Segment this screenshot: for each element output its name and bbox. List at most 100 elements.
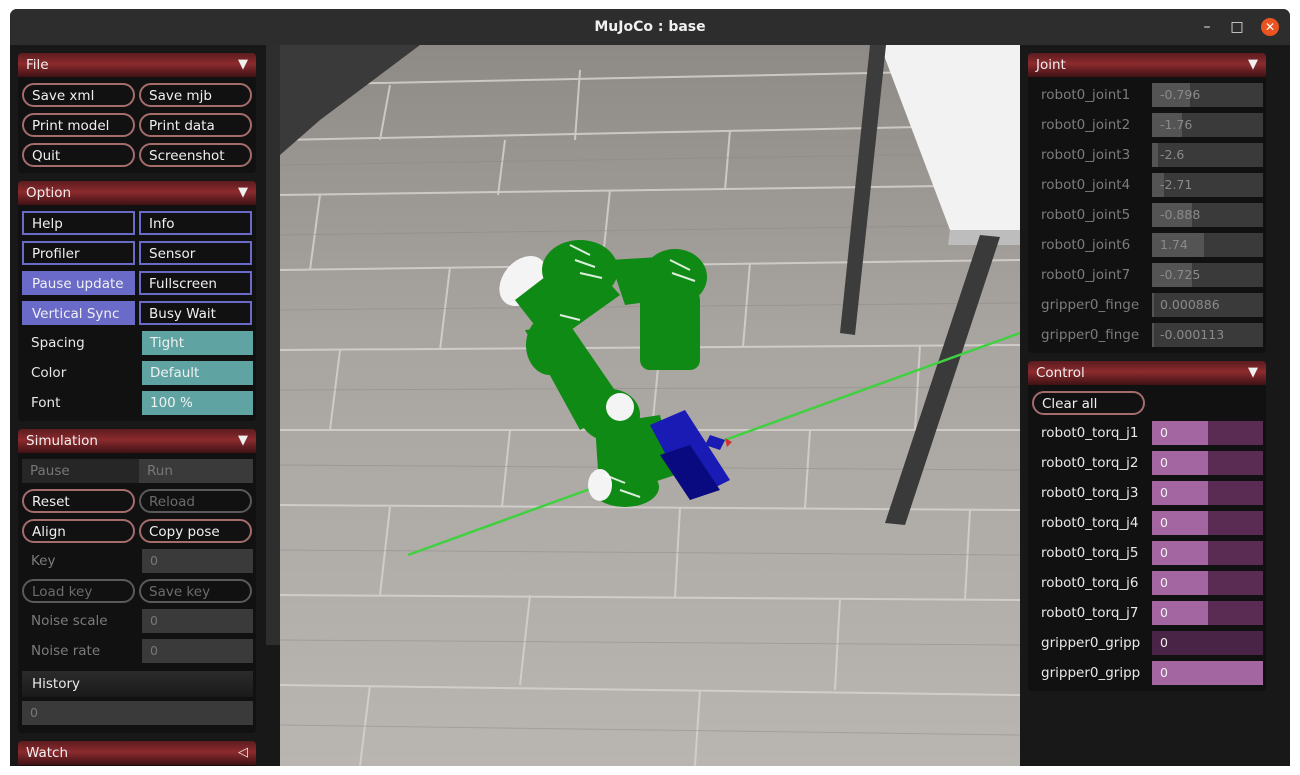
load-key-button[interactable]: Load key bbox=[22, 579, 135, 603]
control-slider[interactable]: 0 bbox=[1152, 601, 1263, 625]
control-section: Control ▼ Clear all robot0_torq_j1 0 rob… bbox=[1028, 361, 1266, 691]
screenshot-button[interactable]: Screenshot bbox=[139, 143, 252, 167]
copy-pose-button[interactable]: Copy pose bbox=[139, 519, 252, 543]
joint-label: robot0_joint6 bbox=[1041, 237, 1131, 253]
font-label: Font bbox=[31, 395, 61, 411]
joint-section: Joint ▼ robot0_joint1 -0.796 robot0_join… bbox=[1028, 53, 1266, 353]
joint-slider[interactable]: -2.71 bbox=[1152, 173, 1263, 197]
control-slider[interactable]: 0 bbox=[1152, 541, 1263, 565]
font-select[interactable]: 100 % bbox=[142, 391, 253, 415]
close-icon[interactable]: ✕ bbox=[1261, 18, 1279, 36]
control-slider[interactable]: 0 bbox=[1152, 481, 1263, 505]
clear-all-button[interactable]: Clear all bbox=[1032, 391, 1145, 415]
scene-render bbox=[280, 45, 1020, 766]
noise-scale-field[interactable]: 0 bbox=[142, 609, 253, 633]
busy-wait-checkbox[interactable]: Busy Wait bbox=[139, 301, 252, 325]
joint-label: robot0_joint5 bbox=[1041, 207, 1131, 223]
fullscreen-checkbox[interactable]: Fullscreen bbox=[139, 271, 252, 295]
print-model-button[interactable]: Print model bbox=[22, 113, 135, 137]
control-slider[interactable]: 0 bbox=[1152, 661, 1263, 685]
scene-viewport[interactable] bbox=[280, 45, 1020, 766]
file-section-header[interactable]: File ▼ bbox=[18, 53, 256, 77]
reset-button[interactable]: Reset bbox=[22, 489, 135, 513]
simulation-section: Simulation ▼ Pause Run Reset Reload Align… bbox=[18, 429, 256, 733]
quit-button[interactable]: Quit bbox=[22, 143, 135, 167]
watch-section-header[interactable]: Watch ◁ bbox=[18, 741, 256, 765]
joint-section-header[interactable]: Joint ▼ bbox=[1028, 53, 1266, 77]
joint-slider[interactable]: -0.888 bbox=[1152, 203, 1263, 227]
file-section: File ▼ Save xml Save mjb Print model Pri… bbox=[18, 53, 256, 173]
watch-section: Watch ◁ bbox=[18, 741, 256, 766]
control-label: gripper0_gripp bbox=[1041, 665, 1141, 681]
save-mjb-button[interactable]: Save mjb bbox=[139, 83, 252, 107]
control-slider[interactable]: 0 bbox=[1152, 451, 1263, 475]
spacing-select[interactable]: Tight bbox=[142, 331, 253, 355]
align-button[interactable]: Align bbox=[22, 519, 135, 543]
control-label: robot0_torq_j5 bbox=[1041, 545, 1139, 561]
collapse-arrow-icon[interactable]: ▼ bbox=[238, 53, 248, 77]
control-slider[interactable]: 0 bbox=[1152, 571, 1263, 595]
maximize-icon[interactable]: □ bbox=[1228, 18, 1246, 36]
joint-slider[interactable]: -1.76 bbox=[1152, 113, 1263, 137]
minimize-icon[interactable]: – bbox=[1198, 18, 1216, 36]
joint-slider[interactable]: 1.74 bbox=[1152, 233, 1263, 257]
collapse-arrow-icon[interactable]: ▼ bbox=[238, 181, 248, 205]
watch-section-title: Watch bbox=[26, 745, 69, 761]
control-slider[interactable]: 0 bbox=[1152, 511, 1263, 535]
joint-slider[interactable]: -2.6 bbox=[1152, 143, 1263, 167]
noise-scale-label: Noise scale bbox=[31, 613, 108, 629]
control-slider[interactable]: 0 bbox=[1152, 421, 1263, 445]
option-section-header[interactable]: Option ▼ bbox=[18, 181, 256, 205]
control-label: gripper0_gripp bbox=[1041, 635, 1141, 651]
collapse-arrow-icon[interactable]: ▼ bbox=[238, 429, 248, 453]
joint-label: robot0_joint3 bbox=[1041, 147, 1131, 163]
joint-slider[interactable]: 0.000886 bbox=[1152, 293, 1263, 317]
file-section-title: File bbox=[26, 57, 49, 73]
control-label: robot0_torq_j3 bbox=[1041, 485, 1139, 501]
save-xml-button[interactable]: Save xml bbox=[22, 83, 135, 107]
key-slider[interactable]: 0 bbox=[142, 549, 253, 573]
history-slider[interactable]: 0 bbox=[22, 701, 253, 725]
sensor-checkbox[interactable]: Sensor bbox=[139, 241, 252, 265]
run-radio-option[interactable]: Run bbox=[139, 459, 173, 483]
joint-label: gripper0_finge bbox=[1041, 327, 1140, 343]
joint-label: robot0_joint4 bbox=[1041, 177, 1131, 193]
joint-slider[interactable]: -0.796 bbox=[1152, 83, 1263, 107]
joint-label: robot0_joint7 bbox=[1041, 267, 1131, 283]
vertical-sync-checkbox[interactable]: Vertical Sync bbox=[22, 301, 135, 325]
mujoco-window: MuJoCo : base – □ ✕ File ▼ Save xml Save… bbox=[10, 9, 1290, 766]
control-label: robot0_torq_j4 bbox=[1041, 515, 1139, 531]
left-panel-scrollbar[interactable] bbox=[266, 45, 280, 645]
expand-arrow-icon[interactable]: ◁ bbox=[238, 741, 248, 765]
help-checkbox[interactable]: Help bbox=[22, 211, 135, 235]
noise-rate-label: Noise rate bbox=[31, 643, 101, 659]
control-section-header[interactable]: Control ▼ bbox=[1028, 361, 1266, 385]
color-label: Color bbox=[31, 365, 67, 381]
noise-rate-field[interactable]: 0 bbox=[142, 639, 253, 663]
key-label: Key bbox=[31, 553, 56, 569]
pause-update-checkbox[interactable]: Pause update bbox=[22, 271, 135, 295]
pause-radio-option[interactable]: Pause bbox=[22, 459, 139, 483]
joint-slider[interactable]: -0.725 bbox=[1152, 263, 1263, 287]
control-slider[interactable]: 0 bbox=[1152, 631, 1263, 655]
spacing-label: Spacing bbox=[31, 335, 85, 351]
option-section: Option ▼ Help Info Profiler Sensor Pause… bbox=[18, 181, 256, 421]
run-mode-radio[interactable]: Pause Run bbox=[22, 459, 253, 483]
reload-button[interactable]: Reload bbox=[139, 489, 252, 513]
collapse-arrow-icon[interactable]: ▼ bbox=[1248, 53, 1258, 77]
control-label: robot0_torq_j6 bbox=[1041, 575, 1139, 591]
window-title: MuJoCo : base bbox=[594, 19, 706, 35]
simulation-section-header[interactable]: Simulation ▼ bbox=[18, 429, 256, 453]
control-label: robot0_torq_j2 bbox=[1041, 455, 1139, 471]
joint-label: robot0_joint1 bbox=[1041, 87, 1131, 103]
profiler-checkbox[interactable]: Profiler bbox=[22, 241, 135, 265]
control-label: robot0_torq_j7 bbox=[1041, 605, 1139, 621]
info-checkbox[interactable]: Info bbox=[139, 211, 252, 235]
history-separator: History bbox=[22, 671, 253, 697]
collapse-arrow-icon[interactable]: ▼ bbox=[1248, 361, 1258, 385]
print-data-button[interactable]: Print data bbox=[139, 113, 252, 137]
joint-section-title: Joint bbox=[1036, 57, 1066, 73]
joint-slider[interactable]: -0.000113 bbox=[1152, 323, 1263, 347]
color-select[interactable]: Default bbox=[142, 361, 253, 385]
save-key-button[interactable]: Save key bbox=[139, 579, 252, 603]
